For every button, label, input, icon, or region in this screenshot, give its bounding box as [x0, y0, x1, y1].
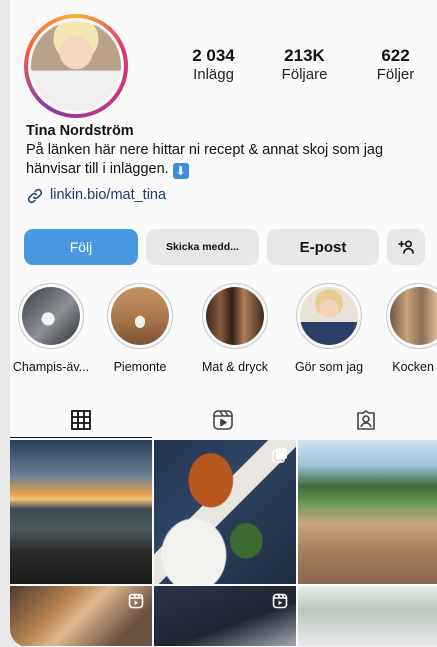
profile-bio: Tina Nordström På länken här nere hittar…: [26, 122, 431, 205]
highlight-item[interactable]: Mat & dryck: [194, 283, 276, 374]
reel-badge-icon: [272, 593, 288, 609]
highlight-item[interactable]: Piemonte: [99, 283, 181, 374]
carousel-icon: [272, 448, 287, 463]
highlight-image: [300, 287, 358, 345]
post-tile[interactable]: [298, 586, 437, 646]
highlight-label: Champis-äv...: [12, 360, 90, 374]
story-highlights: Champis-äv... Piemonte Mat & dryck Gör s…: [10, 283, 437, 381]
posts-grid: [10, 440, 437, 646]
highlight-item[interactable]: Gör som jag: [288, 283, 370, 374]
tab-grid[interactable]: [10, 402, 153, 438]
stat-followers-label: Följare: [281, 66, 328, 83]
stat-following-value: 622: [381, 46, 410, 65]
profile-screen: 2 034 Inlägg 213K Följare 622 Följer Tin…: [10, 0, 437, 647]
tab-tagged[interactable]: [295, 402, 437, 438]
email-button[interactable]: E-post: [267, 229, 379, 265]
bio-text: På länken här nere hittar ni recept & an…: [26, 141, 431, 179]
post-tile[interactable]: [298, 440, 437, 584]
stat-following[interactable]: 622 Följer: [350, 46, 437, 84]
stat-posts-label: Inlägg: [193, 66, 234, 83]
stat-following-label: Följer: [376, 66, 415, 83]
profile-tabs: [10, 402, 437, 438]
avatar-photo: [31, 21, 121, 111]
profile-name: Tina Nordström: [26, 123, 134, 139]
add-user-icon: [398, 240, 414, 254]
reels-icon: [213, 410, 234, 430]
link-icon: [27, 188, 43, 203]
tab-reels[interactable]: [152, 402, 294, 438]
highlight-item[interactable]: Champis-äv...: [10, 283, 92, 374]
profile-avatar[interactable]: [24, 14, 128, 118]
message-button[interactable]: Skicka medd...: [146, 229, 259, 265]
post-tile[interactable]: [10, 440, 152, 584]
action-buttons: Följ Skicka medd... E-post: [24, 229, 425, 265]
highlight-label: Mat & dryck: [202, 360, 268, 374]
bio-text-content: På länken här nere hittar ni recept & an…: [26, 142, 384, 177]
highlight-label: Kocken &: [392, 360, 437, 374]
grid-icon: [71, 409, 92, 430]
highlight-image: [206, 287, 264, 345]
highlight-item[interactable]: Kocken &: [378, 283, 437, 374]
stat-followers[interactable]: 213K Följare: [259, 46, 350, 84]
tagged-icon: [357, 410, 375, 430]
post-tile[interactable]: [10, 586, 152, 646]
highlight-image: [390, 287, 437, 345]
highlight-label: Gör som jag: [294, 360, 364, 374]
highlight-image: [111, 287, 169, 345]
bio-link-text: linkin.bio/mat_tina: [50, 187, 167, 203]
stat-posts[interactable]: 2 034 Inlägg: [168, 46, 259, 84]
highlight-label: Piemonte: [113, 360, 167, 374]
down-arrow-emoji-icon: ⬇: [172, 163, 189, 179]
add-user-button[interactable]: [387, 229, 425, 265]
stat-followers-value: 213K: [284, 46, 325, 65]
reel-badge-icon: [128, 593, 144, 609]
post-tile[interactable]: [154, 586, 296, 646]
follow-button[interactable]: Följ: [24, 229, 138, 265]
highlight-image: [22, 287, 80, 345]
post-tile[interactable]: [154, 440, 296, 584]
bio-link[interactable]: linkin.bio/mat_tina: [26, 186, 431, 205]
profile-stats: 2 034 Inlägg 213K Följare 622 Följer: [168, 46, 437, 84]
stat-posts-value: 2 034: [192, 46, 235, 65]
